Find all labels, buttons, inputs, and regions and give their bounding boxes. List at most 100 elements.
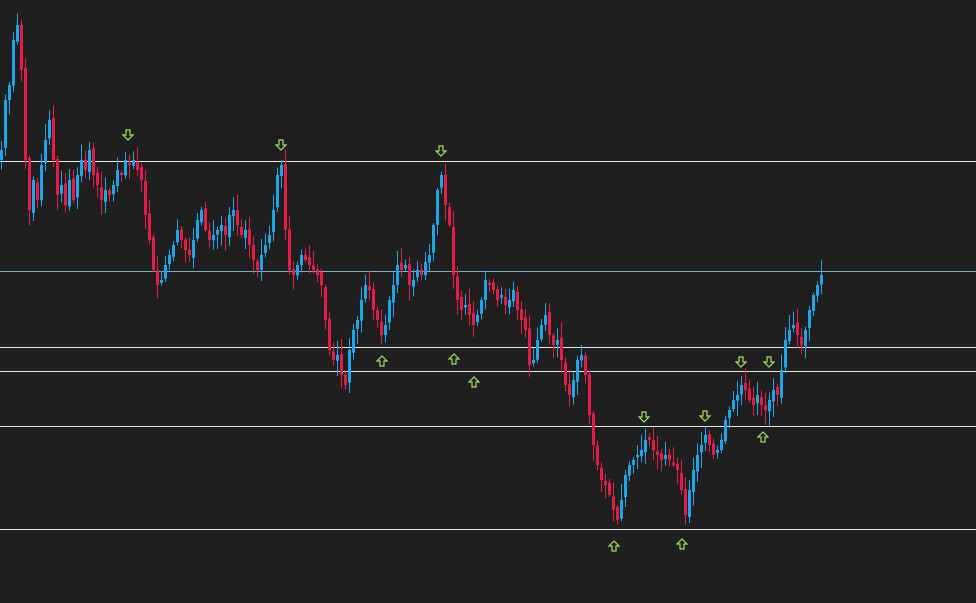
candle-body — [808, 310, 811, 328]
candle-body — [736, 395, 739, 401]
candle-body — [32, 180, 35, 213]
candle-body — [616, 507, 619, 520]
candle-body — [696, 455, 699, 472]
candle-body — [624, 475, 627, 498]
candle-body — [680, 472, 683, 490]
candle-body — [356, 320, 359, 329]
candle-body — [60, 185, 63, 194]
candle-body — [352, 330, 355, 353]
candle-body — [0, 150, 3, 160]
candle-body — [532, 360, 535, 364]
candle-body — [496, 288, 499, 300]
candle-body — [304, 255, 307, 260]
candle-body — [176, 230, 179, 243]
candle-body — [640, 450, 643, 457]
candle-body — [572, 380, 575, 398]
candle-body — [392, 285, 395, 303]
candle — [24, 58, 27, 169]
candle-body — [728, 410, 731, 418]
candlestick-chart — [0, 0, 976, 603]
candle-body — [620, 500, 623, 519]
candle-body — [212, 235, 215, 241]
candle-body — [208, 230, 211, 240]
candle-body — [648, 437, 651, 440]
candle-body — [780, 370, 783, 398]
candle-body — [368, 286, 371, 290]
candle-body — [164, 265, 167, 279]
candle-body — [516, 291, 519, 310]
candle-body — [200, 210, 203, 223]
candle-body — [480, 300, 483, 314]
candle-body — [760, 397, 763, 405]
candle-body — [320, 272, 323, 285]
candle-body — [484, 280, 487, 300]
candle-body — [712, 443, 715, 455]
candle-body — [16, 25, 19, 42]
candle-body — [588, 374, 591, 415]
candle-body — [500, 295, 503, 298]
candle-body — [196, 220, 199, 239]
candle-body — [772, 390, 775, 402]
candle-body — [348, 350, 351, 383]
candle-body — [288, 229, 291, 270]
candle-body — [716, 450, 719, 453]
candle-body — [584, 355, 587, 375]
candle-body — [148, 213, 151, 240]
candle-body — [316, 269, 319, 275]
chart-area — [0, 0, 976, 603]
candle-body — [776, 387, 779, 395]
candle-body — [612, 496, 615, 510]
candle-body — [768, 400, 771, 412]
candle-body — [800, 336, 803, 345]
candle-body — [36, 182, 39, 200]
candle-body — [232, 210, 235, 217]
candle-body — [436, 190, 439, 225]
candle-body — [280, 165, 283, 176]
candle-body — [644, 440, 647, 453]
candle-body — [636, 455, 639, 458]
candle-body — [528, 328, 531, 365]
candle-body — [456, 276, 459, 300]
candle-body — [8, 85, 11, 101]
candle-body — [460, 297, 463, 310]
candle-body — [120, 172, 123, 175]
candle-body — [492, 282, 495, 290]
candle-body — [72, 178, 75, 200]
candle-body — [324, 287, 327, 320]
candle-body — [100, 187, 103, 200]
candle-body — [592, 413, 595, 445]
candle-body — [656, 451, 659, 455]
candle-body — [440, 175, 443, 188]
candle-body — [48, 120, 51, 139]
candle-body — [156, 270, 159, 285]
candle-body — [432, 225, 435, 253]
candle-body — [788, 330, 791, 341]
candle-body — [112, 185, 115, 195]
candle-body — [76, 175, 79, 198]
candle-body — [52, 117, 55, 160]
candle-body — [576, 360, 579, 382]
candle-body — [752, 397, 755, 405]
candle-body — [260, 255, 263, 270]
candle-body — [372, 289, 375, 310]
candle-body — [184, 239, 187, 250]
candle-body — [508, 300, 511, 308]
candle-body — [80, 160, 83, 176]
candle-body — [408, 264, 411, 285]
candle-body — [240, 226, 243, 235]
candle-body — [88, 150, 91, 173]
candle-body — [676, 463, 679, 470]
candle-body — [400, 262, 403, 270]
candle-body — [284, 163, 287, 230]
candle-body — [764, 405, 767, 410]
candle-body — [724, 420, 727, 442]
candle-body — [568, 384, 571, 395]
candle-body — [272, 210, 275, 233]
candle-body — [560, 337, 563, 360]
candle-body — [104, 190, 107, 203]
candle-body — [180, 229, 183, 240]
candle-body — [556, 340, 559, 345]
candle-body — [628, 465, 631, 476]
candle-body — [700, 445, 703, 453]
candle-body — [268, 235, 271, 244]
